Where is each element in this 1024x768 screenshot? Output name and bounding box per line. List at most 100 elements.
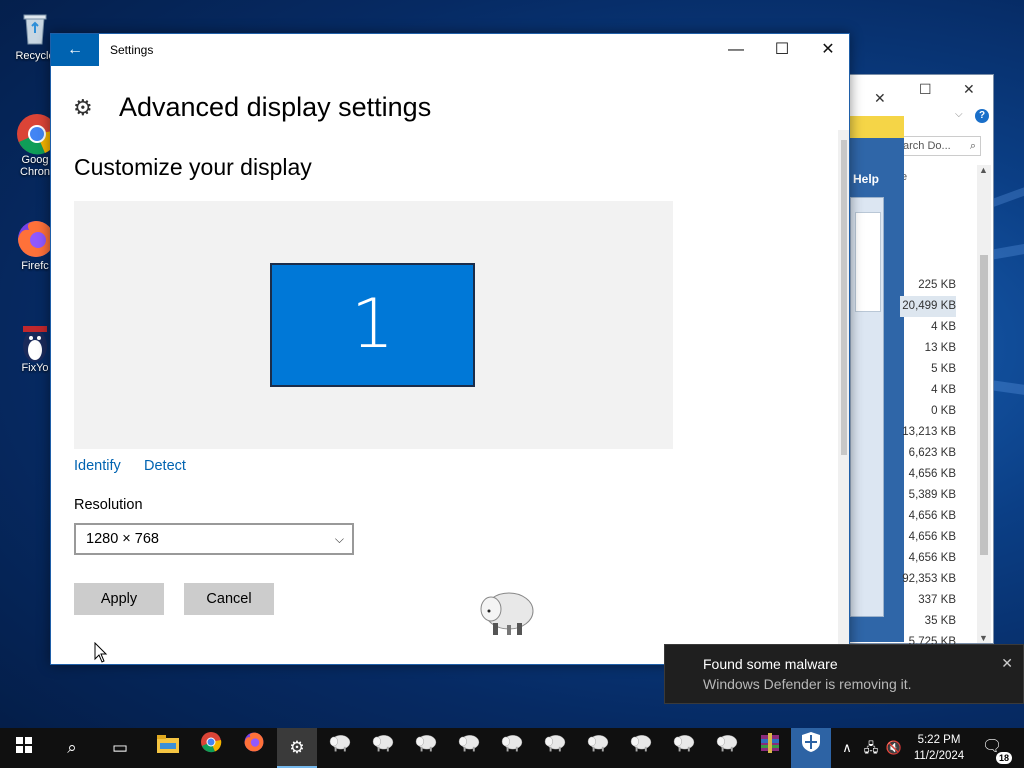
volume-muted-icon[interactable]: 🔇 bbox=[883, 728, 905, 768]
action-center-button[interactable]: 🗨 18 bbox=[982, 736, 1012, 764]
cancel-button[interactable]: Cancel bbox=[184, 583, 274, 615]
settings-window[interactable]: ← Settings — ☐ ✕ ⚙ Advanced display sett… bbox=[50, 33, 850, 665]
close-icon: ✕ bbox=[821, 41, 835, 58]
apply-button[interactable]: Apply bbox=[74, 583, 164, 615]
taskbar-firefox[interactable] bbox=[234, 728, 274, 768]
scroll-down-icon[interactable]: ▼ bbox=[979, 633, 988, 643]
scrollbar[interactable] bbox=[838, 130, 849, 664]
chevron-down-icon: ⌵ bbox=[334, 532, 344, 546]
file-size-cell[interactable]: 13 KB bbox=[900, 338, 956, 359]
resolution-value: 1280 × 768 bbox=[86, 531, 159, 547]
taskbar: ⌕ ▭ ⚙ ∧ 🖧 🔇 5:22 PM 11/2/2024 🗨 18 bbox=[0, 728, 1024, 768]
malware-toast[interactable]: Found some malware Windows Defender is r… bbox=[664, 644, 1024, 704]
file-size-cell[interactable]: 92,353 KB bbox=[900, 569, 956, 590]
taskbar-winrar[interactable] bbox=[750, 728, 790, 768]
close-icon[interactable]: ✕ bbox=[1001, 655, 1013, 672]
minimize-button[interactable]: — bbox=[713, 34, 759, 66]
winrar-icon bbox=[761, 733, 779, 753]
taskbar-sheep-pet[interactable] bbox=[492, 728, 532, 768]
sheep-icon bbox=[716, 735, 738, 752]
identify-link[interactable]: Identify bbox=[74, 458, 121, 474]
sheep-icon bbox=[587, 735, 609, 752]
scrollbar-thumb[interactable] bbox=[980, 255, 988, 555]
start-button[interactable] bbox=[4, 728, 44, 768]
wallpaper-ray bbox=[989, 380, 1024, 399]
scrollbar-thumb[interactable] bbox=[841, 140, 847, 455]
taskbar-sheep-pet[interactable] bbox=[621, 728, 661, 768]
taskbar-sheep-pet[interactable] bbox=[406, 728, 446, 768]
firefox-icon bbox=[15, 218, 55, 258]
file-size-cell[interactable]: 5 KB bbox=[900, 359, 956, 380]
sheep-pet[interactable] bbox=[477, 587, 537, 639]
scroll-up-icon[interactable]: ▲ bbox=[979, 165, 988, 175]
clock-date: 11/2/2024 bbox=[913, 750, 965, 762]
search-button[interactable]: ⌕ bbox=[52, 728, 92, 768]
recycle-bin-icon bbox=[15, 8, 55, 48]
file-size-cell[interactable]: 4,656 KB bbox=[900, 548, 956, 569]
file-size-cell[interactable]: 0 KB bbox=[900, 401, 956, 422]
taskbar-file-explorer[interactable] bbox=[148, 728, 188, 768]
taskbar-sheep-pet[interactable] bbox=[664, 728, 704, 768]
taskbar-sheep-pet[interactable] bbox=[320, 728, 360, 768]
toast-title: Found some malware bbox=[703, 656, 838, 672]
section-title: Customize your display bbox=[74, 154, 312, 180]
task-view-button[interactable]: ▭ bbox=[100, 728, 140, 768]
maximize-button[interactable]: ☐ bbox=[759, 34, 805, 66]
shield-icon bbox=[802, 732, 820, 752]
file-size-cell[interactable]: 337 KB bbox=[900, 590, 956, 611]
content-pane bbox=[850, 197, 884, 617]
taskbar-sheep-pet[interactable] bbox=[363, 728, 403, 768]
help-icon[interactable]: ? bbox=[975, 109, 989, 123]
close-icon[interactable]: ✕ bbox=[963, 81, 975, 98]
taskbar-chrome[interactable] bbox=[191, 728, 231, 768]
minimize-icon: — bbox=[728, 41, 744, 58]
search-input[interactable]: arch Do... ⌕ bbox=[899, 136, 981, 156]
back-button[interactable]: ← bbox=[51, 34, 99, 66]
taskbar-settings[interactable]: ⚙ bbox=[277, 728, 317, 768]
sheep-icon bbox=[415, 735, 437, 752]
help-menu[interactable]: Help bbox=[853, 172, 879, 186]
search-icon: ⌕ bbox=[969, 140, 976, 152]
back-arrow-icon: ← bbox=[67, 41, 83, 58]
file-size-cell[interactable]: 4,656 KB bbox=[900, 464, 956, 485]
file-size-cell[interactable]: 4 KB bbox=[900, 380, 956, 401]
resolution-dropdown[interactable]: 1280 × 768 ⌵ bbox=[74, 523, 354, 555]
display-preview: 1 bbox=[74, 201, 673, 449]
title-bar[interactable]: ← Settings — ☐ ✕ bbox=[51, 34, 849, 66]
chevron-down-icon[interactable]: ⌵ bbox=[955, 109, 963, 120]
folder-icon bbox=[157, 735, 179, 753]
network-icon[interactable]: 🖧 bbox=[860, 728, 882, 768]
sheep-icon bbox=[544, 735, 566, 752]
info-bar bbox=[850, 116, 904, 138]
sheep-icon bbox=[630, 735, 652, 752]
file-size-cell[interactable]: 4 KB bbox=[900, 317, 956, 338]
sheep-icon bbox=[458, 735, 480, 752]
inner-titlebar: ✕ bbox=[850, 82, 904, 116]
monitor-1-tile[interactable]: 1 bbox=[270, 263, 475, 387]
taskbar-sheep-pet[interactable] bbox=[578, 728, 618, 768]
mouse-cursor-icon bbox=[94, 641, 108, 664]
maximize-icon: ☐ bbox=[774, 41, 790, 58]
file-size-cell[interactable]: 4,656 KB bbox=[900, 527, 956, 548]
taskbar-sheep-pet[interactable] bbox=[535, 728, 575, 768]
sheep-icon bbox=[501, 735, 523, 752]
taskbar-sheep-pet[interactable] bbox=[707, 728, 747, 768]
maximize-icon[interactable]: ☐ bbox=[919, 81, 932, 98]
file-size-cell[interactable]: 5,389 KB bbox=[900, 485, 956, 506]
file-size-cell[interactable]: 4,656 KB bbox=[900, 506, 956, 527]
file-size-cell[interactable]: 20,499 KB bbox=[900, 296, 956, 317]
file-size-cell[interactable]: 6,623 KB bbox=[900, 443, 956, 464]
gear-icon: ⚙ bbox=[73, 94, 93, 120]
file-size-cell[interactable]: 13,213 KB bbox=[900, 422, 956, 443]
chevron-up-icon[interactable]: ∧ bbox=[836, 728, 858, 768]
close-button[interactable]: ✕ bbox=[805, 34, 849, 66]
scrollbar[interactable]: ▲ ▼ bbox=[977, 165, 991, 643]
clock[interactable]: 5:22 PM 11/2/2024 bbox=[905, 732, 973, 764]
taskbar-windows-defender[interactable] bbox=[791, 728, 831, 768]
detect-link[interactable]: Detect bbox=[144, 458, 186, 474]
file-size-cell[interactable]: 35 KB bbox=[900, 611, 956, 632]
taskbar-sheep-pet[interactable] bbox=[449, 728, 489, 768]
file-size-cell[interactable]: 225 KB bbox=[900, 275, 956, 296]
gear-icon: ⚙ bbox=[289, 738, 305, 757]
close-icon[interactable]: ✕ bbox=[874, 90, 886, 107]
